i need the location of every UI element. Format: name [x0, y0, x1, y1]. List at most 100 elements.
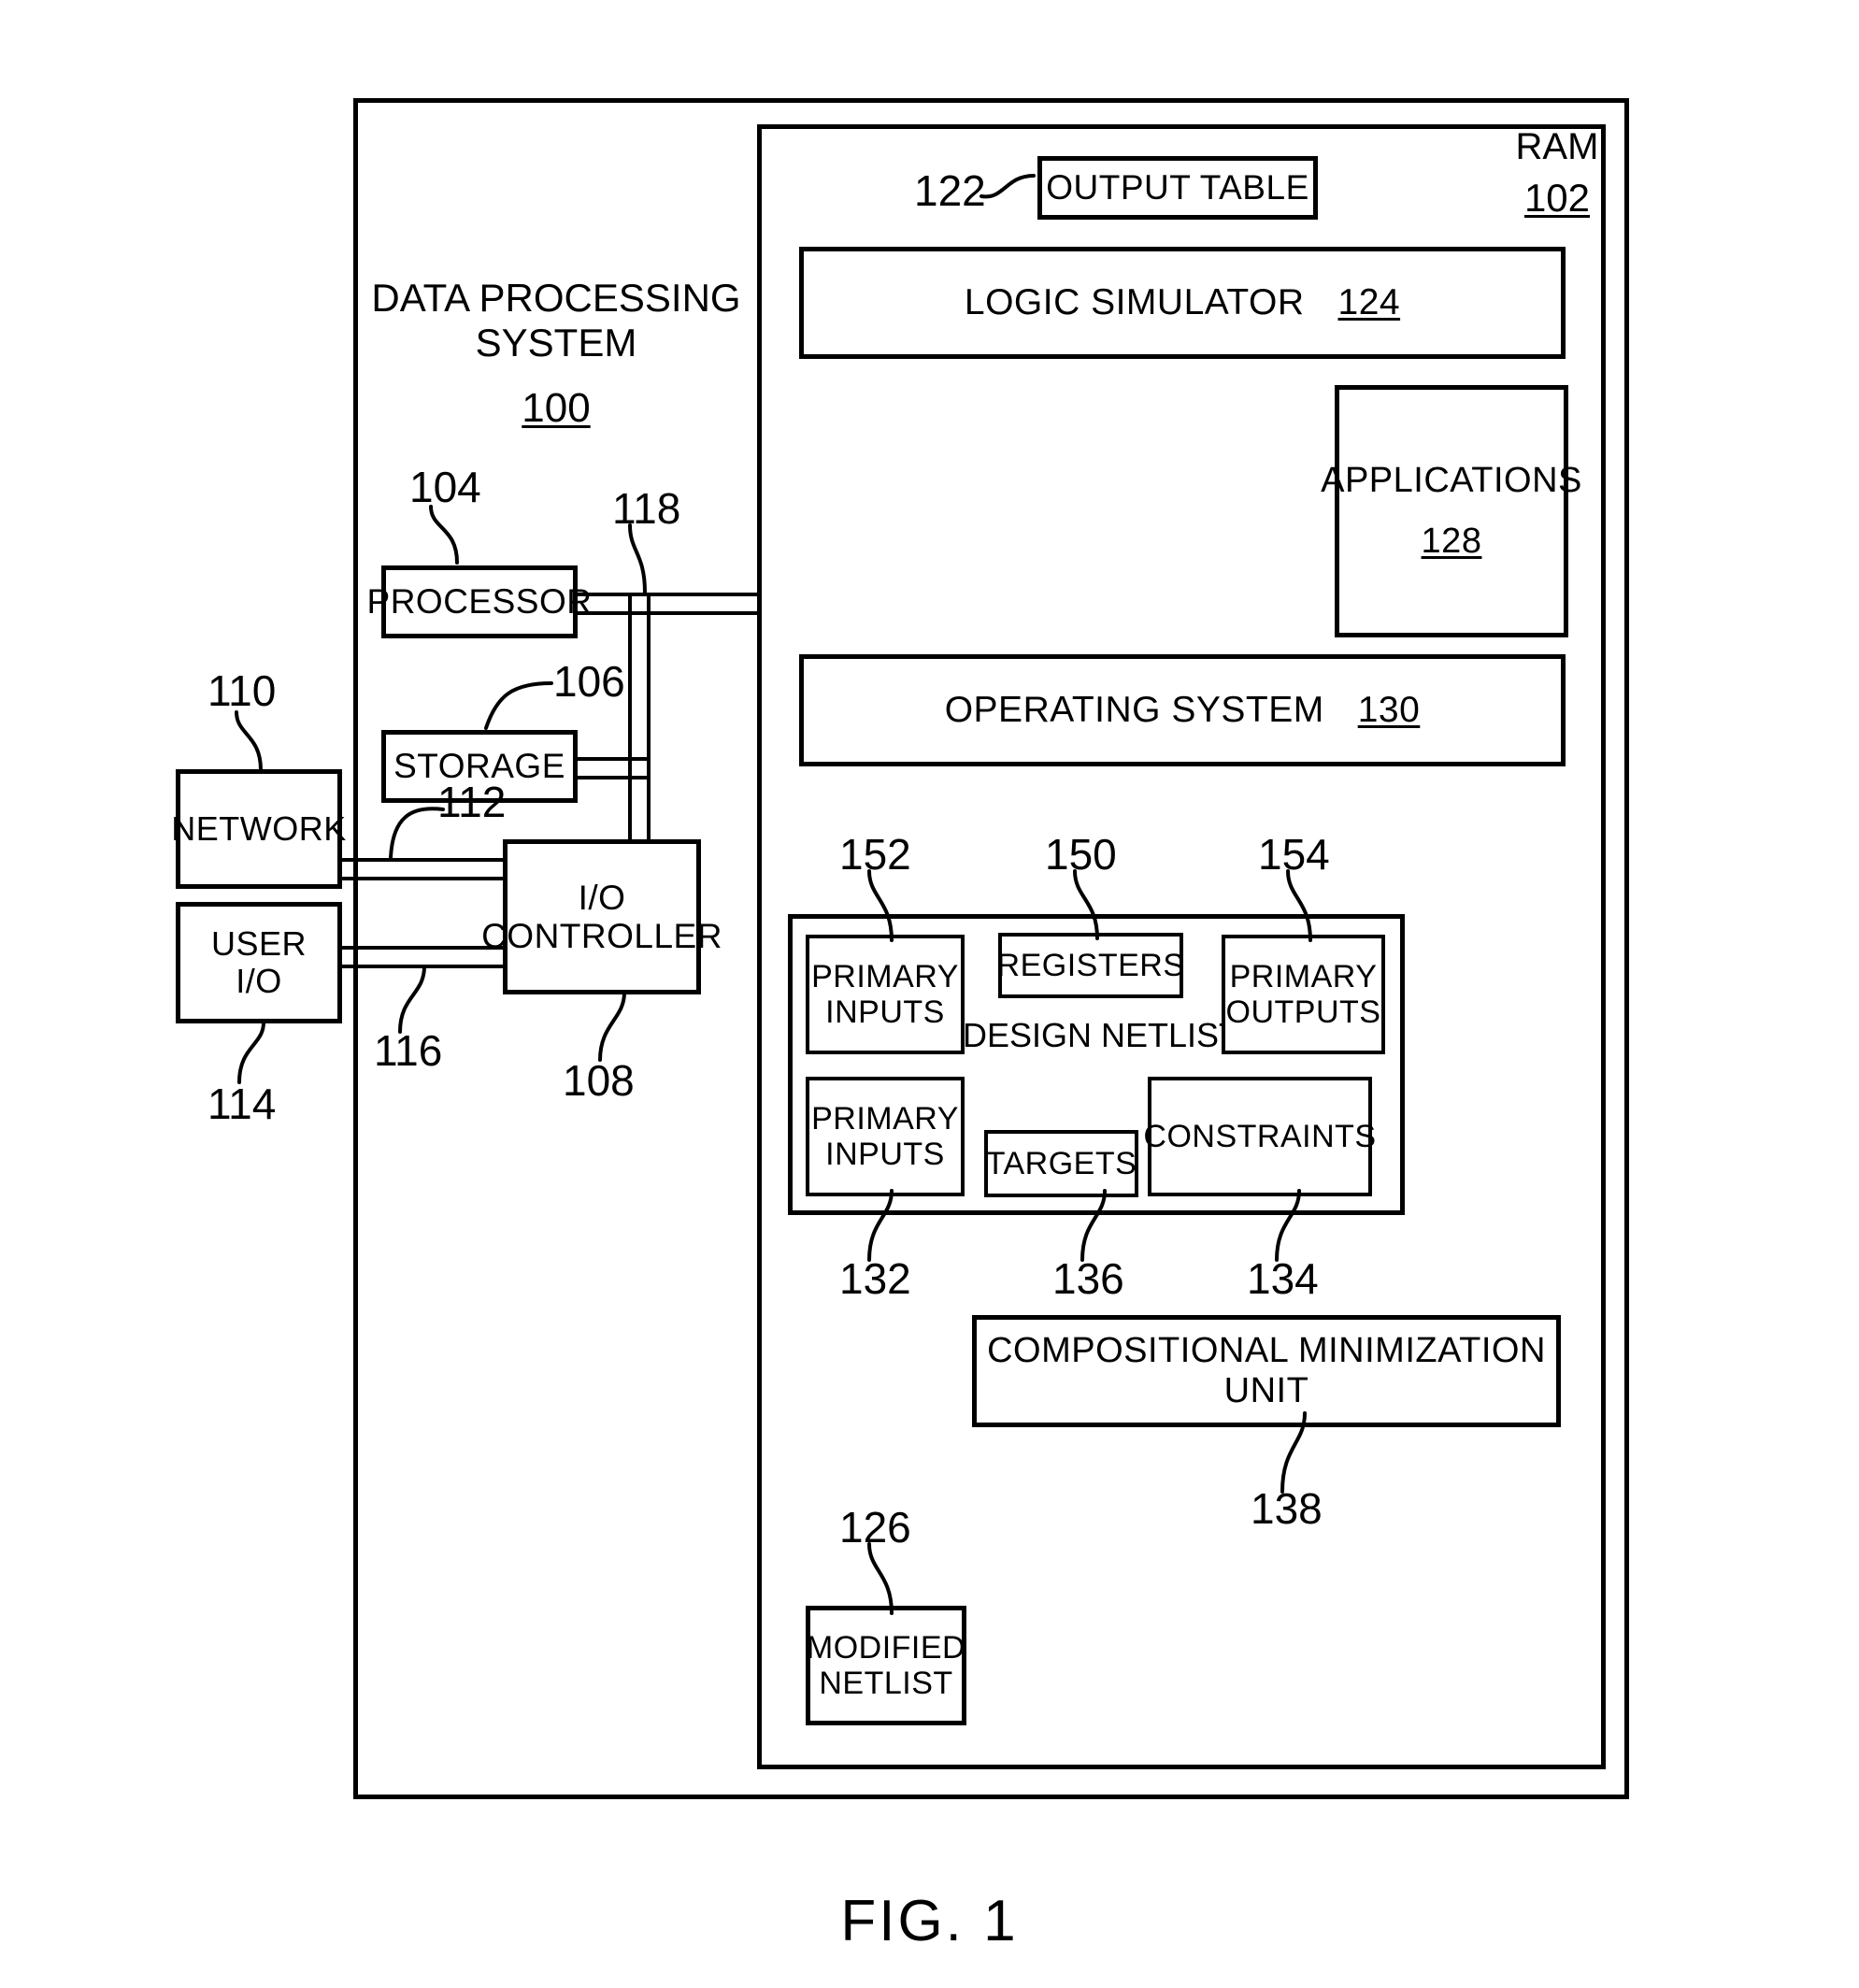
user-io-leader: [237, 1021, 265, 1084]
primary-inputs-top-block[interactable]: PRIMARY INPUTS: [806, 935, 965, 1054]
user-io-ref: 114: [207, 1080, 276, 1129]
modified-netlist-label-line1: MODIFIED: [806, 1629, 966, 1666]
network-link-ref-text: 112: [437, 778, 507, 826]
network-block[interactable]: NETWORK: [171, 769, 346, 889]
user-io-ref-text: 114: [207, 1080, 277, 1128]
constraints-ref: 134: [1247, 1254, 1319, 1304]
output-table-block[interactable]: OUTPUT TABLE: [1037, 156, 1318, 220]
operating-system-ref-text: 130: [1357, 690, 1421, 731]
network-label: NETWORK: [171, 808, 347, 848]
compositional-minimization-unit-ref-text: 138: [1251, 1484, 1323, 1533]
applications-ref-text: 128: [1421, 522, 1482, 561]
design-netlist-ref-text: 150: [1045, 830, 1117, 879]
modified-netlist-block[interactable]: MODIFIED NETLIST: [806, 1606, 966, 1725]
processor-block[interactable]: PROCESSOR: [367, 565, 592, 638]
io-controller-block[interactable]: I/O CONTROLLER: [481, 839, 722, 994]
ram-label-text: RAM: [1515, 126, 1599, 167]
logic-simulator-block[interactable]: LOGIC SIMULATOR 124: [799, 247, 1566, 359]
primary-inputs-bottom-label-line1: PRIMARY: [811, 1100, 959, 1137]
network-link-ref: 112: [437, 778, 506, 827]
targets-block[interactable]: TARGETS: [984, 1130, 1138, 1197]
io-controller-ref-text: 108: [563, 1056, 635, 1105]
patent-figure-1: RAM 102 DATA PROCESSING SYSTEM 100 PROCE…: [0, 0, 1859, 1988]
compositional-minimization-unit-leader: [1280, 1411, 1307, 1494]
io-controller-label-line1: I/O: [578, 878, 626, 917]
system-title-line2: SYSTEM: [475, 321, 637, 365]
modified-netlist-ref-text: 126: [839, 1503, 911, 1552]
ram-ref: 102: [1492, 176, 1623, 221]
storage-leader: [484, 681, 553, 730]
constraints-leader: [1275, 1189, 1301, 1262]
ram-label: RAM: [1492, 125, 1623, 168]
storage-ref: 106: [553, 657, 625, 707]
primary-outputs-leader: [1286, 869, 1312, 942]
user-io-block[interactable]: USER I/O: [176, 902, 342, 1023]
primary-inputs-top-ref-text: 152: [839, 830, 911, 879]
system-bus-ref: 118: [612, 484, 680, 534]
system-bus-leader: [628, 523, 647, 594]
modified-netlist-ref: 126: [839, 1503, 911, 1552]
system-bus-ref-text: 118: [612, 484, 681, 533]
storage-bus-line-upper: [572, 757, 649, 761]
processor-ref-text: 104: [409, 463, 481, 511]
user-io-link-ref: 116: [374, 1026, 442, 1076]
primary-inputs-bottom-label-line2: INPUTS: [825, 1137, 945, 1172]
applications-label: APPLICATIONS: [1321, 461, 1582, 501]
modified-netlist-leader: [867, 1542, 894, 1615]
applications-block[interactable]: APPLICATIONS 128: [1321, 385, 1581, 637]
constraints-label: CONSTRAINTS: [1143, 1118, 1377, 1154]
processor-leader: [429, 505, 459, 565]
primary-outputs-ref: 154: [1258, 830, 1330, 880]
system-ref-text: 100: [522, 385, 591, 431]
design-netlist-ref: 150: [1045, 830, 1117, 880]
compositional-minimization-unit-label: COMPOSITIONAL MINIMIZATION UNIT: [987, 1331, 1546, 1410]
primary-inputs-top-leader: [867, 869, 894, 942]
logic-simulator-label: LOGIC SIMULATOR: [964, 282, 1305, 323]
primary-inputs-top-label-line2: INPUTS: [825, 994, 945, 1030]
primary-outputs-ref-text: 154: [1258, 830, 1330, 879]
operating-system-label: OPERATING SYSTEM: [944, 690, 1324, 731]
storage-ref-text: 106: [553, 657, 625, 706]
output-table-leader: [980, 174, 1036, 199]
user-io-link-ref-text: 116: [374, 1026, 443, 1075]
storage-bus-line-lower: [572, 776, 649, 779]
compositional-minimization-unit-block[interactable]: COMPOSITIONAL MINIMIZATION UNIT: [972, 1315, 1561, 1427]
network-link-line-lower: [342, 877, 508, 880]
primary-outputs-block[interactable]: PRIMARY OUTPUTS: [1222, 935, 1385, 1054]
output-table-label: OUTPUT TABLE: [1046, 168, 1309, 207]
design-netlist-label: DESIGN NETLIST: [951, 1016, 1251, 1054]
processor-label: PROCESSOR: [366, 582, 593, 622]
constraints-ref-text: 134: [1247, 1254, 1319, 1303]
primary-outputs-label-line1: PRIMARY: [1229, 958, 1378, 994]
primary-outputs-label-line2: OUTPUTS: [1225, 994, 1381, 1030]
primary-inputs-bottom-block[interactable]: PRIMARY INPUTS: [806, 1077, 965, 1196]
primary-inputs-top-ref: 152: [839, 830, 911, 880]
system-ref: 100: [355, 385, 757, 433]
targets-ref: 136: [1052, 1254, 1124, 1304]
system-title: DATA PROCESSING SYSTEM: [355, 276, 757, 366]
output-table-ref: 122: [914, 166, 986, 216]
user-io-label-line1: USER: [210, 923, 307, 963]
registers-label: REGISTERS: [996, 947, 1185, 983]
figure-caption: FIG. 1: [0, 1888, 1859, 1954]
operating-system-block[interactable]: OPERATING SYSTEM 130: [799, 654, 1566, 766]
figure-caption-text: FIG. 1: [840, 1889, 1019, 1953]
user-io-label-line2: I/O: [236, 962, 282, 1000]
targets-ref-text: 136: [1052, 1254, 1124, 1303]
system-title-line1: DATA PROCESSING: [371, 276, 741, 320]
primary-inputs-bottom-leader: [867, 1189, 894, 1262]
io-controller-label-line2: CONTROLLER: [481, 917, 722, 955]
output-table-ref-text: 122: [914, 166, 986, 215]
processor-bus-line-lower: [572, 611, 759, 615]
primary-inputs-bottom-ref-text: 132: [839, 1254, 911, 1303]
io-controller-ref: 108: [563, 1056, 635, 1106]
network-ref: 110: [207, 666, 276, 716]
primary-inputs-top-label-line1: PRIMARY: [811, 958, 959, 994]
design-netlist-label-text: DESIGN NETLIST: [962, 1016, 1240, 1054]
primary-inputs-bottom-ref: 132: [839, 1254, 911, 1304]
design-netlist-leader: [1073, 869, 1099, 940]
io-controller-leader: [598, 991, 626, 1062]
modified-netlist-label-line2: NETLIST: [819, 1666, 953, 1701]
ram-ref-text: 102: [1523, 176, 1591, 220]
constraints-block[interactable]: CONSTRAINTS: [1143, 1077, 1376, 1196]
